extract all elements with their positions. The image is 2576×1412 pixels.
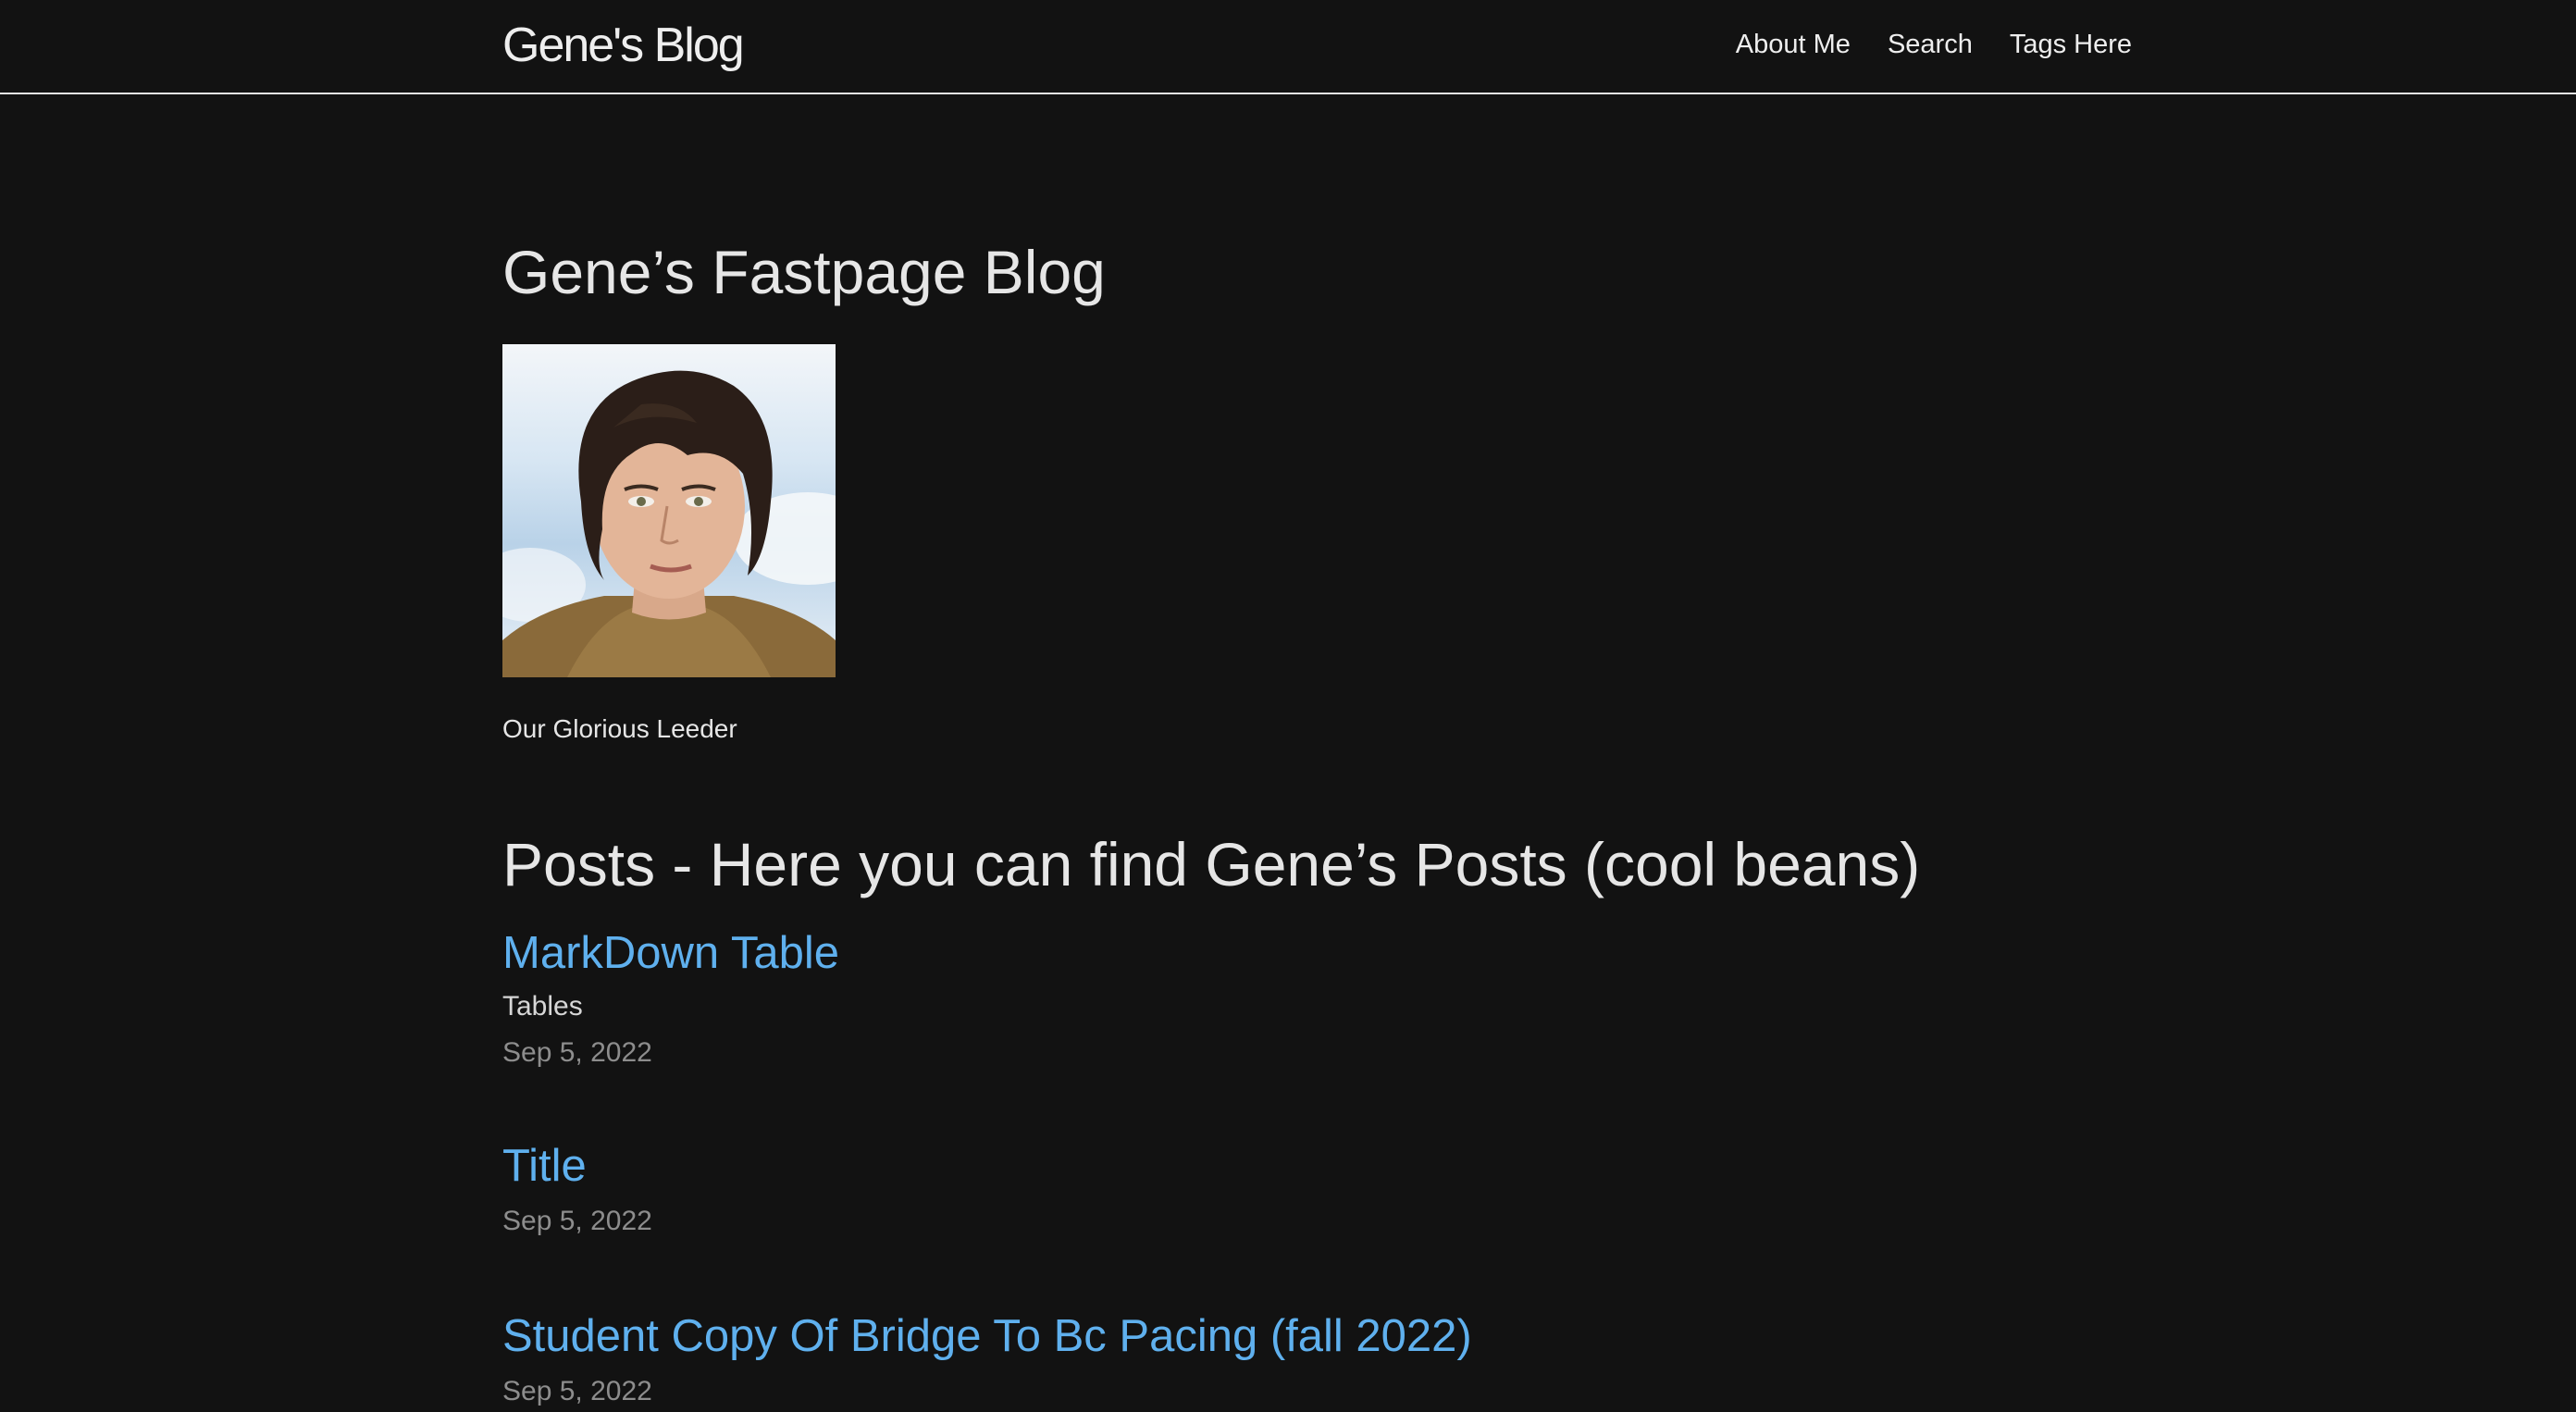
post-item: MarkDown Table Tables Sep 5, 2022 [502,923,839,1073]
profile-photo [502,344,836,677]
post-date: Sep 5, 2022 [502,1037,652,1068]
post-date: Sep 5, 2022 [502,1376,652,1406]
photo-caption: Our Glorious Leeder [502,714,737,743]
post-title-link[interactable]: Title [502,1136,652,1195]
post-title-link[interactable]: Student Copy Of Bridge To Bc Pacing (fal… [502,1307,1472,1366]
post-description: Tables [502,991,583,1022]
post-date: Sep 5, 2022 [502,1206,652,1236]
site-title-link[interactable]: Gene's Blog [502,13,745,78]
top-nav: About Me Search Tags Here [1736,24,2132,65]
post-item: Student Copy Of Bridge To Bc Pacing (fal… [502,1307,1472,1412]
post-item: Title Sep 5, 2022 [502,1136,652,1242]
nav-tags[interactable]: Tags Here [2010,24,2132,65]
page-title: Gene’s Fastpage Blog [502,238,1106,306]
site-header: Gene's Blog About Me Search Tags Here [0,0,2576,94]
nav-about-me[interactable]: About Me [1736,24,1851,65]
nav-search[interactable]: Search [1888,24,1973,65]
post-title-link[interactable]: MarkDown Table [502,923,839,983]
posts-heading: Posts - Here you can find Gene’s Posts (… [502,830,1921,898]
